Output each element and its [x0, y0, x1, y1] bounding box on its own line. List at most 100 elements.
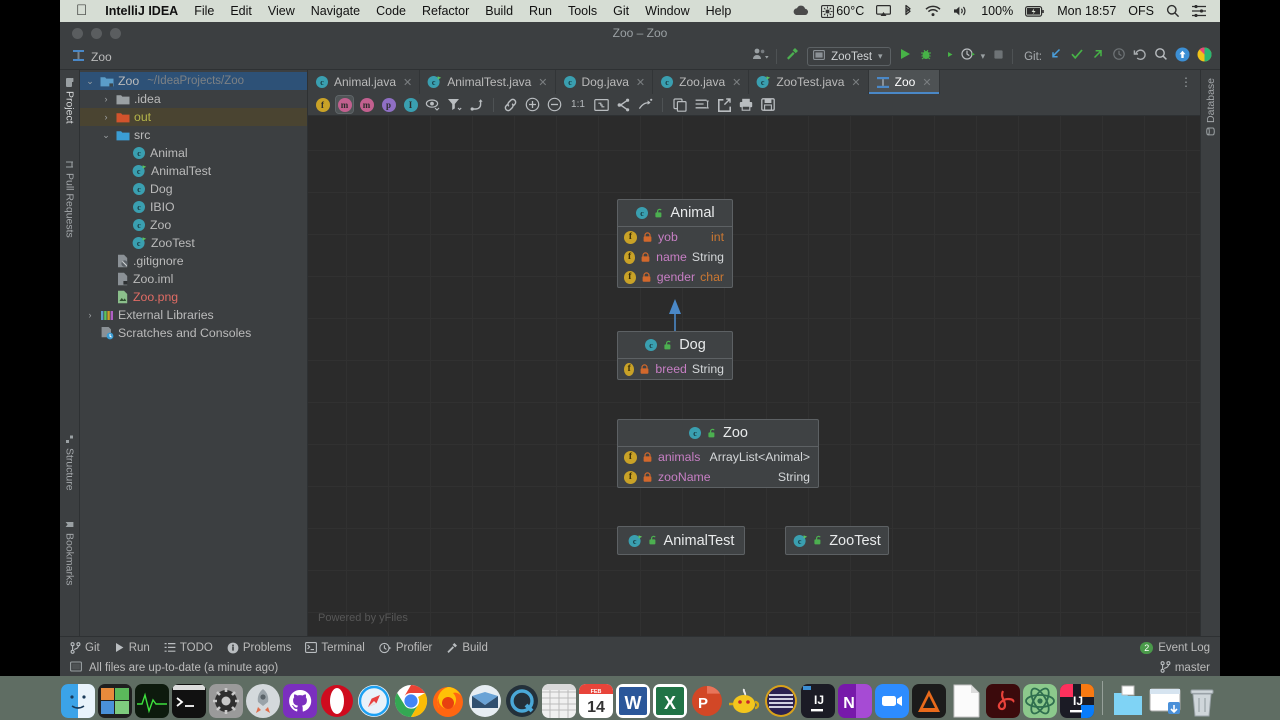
project-tree-item-external-libraries[interactable]: › External Libraries [80, 306, 307, 324]
project-tree-item-zoo-iml[interactable]: Zoo.iml [80, 270, 307, 288]
show-properties-toggle[interactable]: p [380, 96, 397, 113]
bottom-tool-problems[interactable]: Problems [227, 642, 291, 654]
dock-item-calendar-14[interactable]: FEB 14 [579, 684, 613, 718]
edges-style-button[interactable] [468, 96, 485, 113]
airplay-icon[interactable] [870, 5, 897, 17]
menu-window[interactable]: Window [637, 4, 697, 18]
export-button[interactable] [715, 96, 732, 113]
uml-field-row[interactable]: f zooName String [618, 467, 818, 487]
uml-node-header[interactable]: c Zoo [618, 420, 818, 447]
dock-item-chrome[interactable] [394, 684, 428, 718]
uml-diagram-canvas[interactable]: c Animal f yob int f name String f gender char c Dog… [308, 116, 1200, 636]
dock-item-launchpad[interactable] [246, 684, 280, 718]
event-log-widget[interactable]: 2 Event Log [1140, 641, 1210, 654]
dock-item-zoom-app[interactable] [875, 684, 909, 718]
project-tree-item-src[interactable]: ⌄ src [80, 126, 307, 144]
user-group-icon[interactable] [752, 47, 769, 66]
intellij-logo-icon[interactable] [1197, 46, 1212, 67]
dock-item-thunderbird[interactable] [468, 684, 502, 718]
dock-item-finder[interactable] [61, 684, 95, 718]
menu-view[interactable]: View [260, 4, 303, 18]
editor-tab-animaltest-java[interactable]: c AnimalTest.java ✕ [420, 70, 556, 94]
dock-item-safari[interactable] [357, 684, 391, 718]
dock-item-excel[interactable]: X [653, 684, 687, 718]
uml-node-zootest[interactable]: c ZooTest [785, 526, 889, 555]
spotlight-search-icon[interactable] [1160, 4, 1186, 18]
git-branch-widget[interactable]: master [1160, 660, 1210, 676]
close-tab-icon[interactable]: ✕ [538, 76, 547, 89]
volume-icon[interactable] [947, 5, 975, 17]
dock-item-trash[interactable] [1185, 684, 1219, 718]
project-tree-item-zoo[interactable]: ⌄ Zoo ~/IdeaProjects/Zoo [80, 72, 307, 90]
menu-code[interactable]: Code [368, 4, 414, 18]
dock-item-launchpad-folder[interactable] [98, 684, 132, 718]
dock-item-github-desktop[interactable] [283, 684, 317, 718]
uml-node-animaltest[interactable]: c AnimalTest [617, 526, 745, 555]
dock-item-textedit[interactable] [949, 684, 983, 718]
profiler-icon[interactable] [960, 47, 977, 66]
close-tab-icon[interactable]: ✕ [922, 76, 931, 89]
cloud-icon[interactable] [786, 5, 815, 17]
dock-item-powerpoint[interactable]: P [690, 684, 724, 718]
save-button[interactable] [759, 96, 776, 113]
project-tree-item-zootest[interactable]: c ZooTest [80, 234, 307, 252]
visibility-level-button[interactable] [424, 96, 441, 113]
project-tree-item-animaltest[interactable]: c AnimalTest [80, 162, 307, 180]
menu-help[interactable]: Help [698, 4, 740, 18]
uml-node-header[interactable]: c ZooTest [786, 527, 888, 554]
chevron-down-icon[interactable]: ▾ [981, 51, 986, 62]
close-tab-icon[interactable]: ✕ [851, 76, 860, 89]
editor-tabs-more-icon[interactable]: ⋮ [1173, 70, 1200, 94]
uml-field-row[interactable]: f breed String [618, 359, 732, 379]
editor-tab-zoo-java[interactable]: c Zoo.java ✕ [653, 70, 750, 94]
chevron-right-icon[interactable]: › [84, 310, 96, 320]
wifi-icon[interactable] [919, 5, 947, 17]
project-tree-item-dog[interactable]: c Dog [80, 180, 307, 198]
show-methods-toggle[interactable]: m [358, 96, 375, 113]
project-tree-item--gitignore[interactable]: .gitignore [80, 252, 307, 270]
dock-item-atom-editor[interactable] [912, 684, 946, 718]
dock-item-atom[interactable] [1023, 684, 1057, 718]
show-constructors-toggle[interactable]: m [335, 95, 354, 114]
editor-tab-zootest-java[interactable]: c ZooTest.java ✕ [749, 70, 869, 94]
dock-item-intellij-idea-ultimate[interactable]: IJ [1060, 684, 1094, 718]
fan-temperature-indicator[interactable]: 60°C [815, 4, 870, 18]
bottom-tool-build[interactable]: Build [446, 642, 488, 654]
uml-field-row[interactable]: f gender char [618, 267, 732, 287]
uml-node-header[interactable]: c AnimalTest [618, 527, 744, 554]
editor-tab-dog-java[interactable]: c Dog.java ✕ [556, 70, 654, 94]
apple-icon[interactable]:  [68, 3, 97, 20]
run-configuration-selector[interactable]: ZooTest ▾ [807, 47, 891, 66]
show-fields-toggle[interactable]: f [314, 96, 331, 113]
bottom-tool-terminal[interactable]: Terminal [305, 642, 365, 654]
link-button[interactable] [502, 96, 519, 113]
uml-node-header[interactable]: c Animal [618, 200, 732, 227]
build-hammer-icon[interactable] [784, 46, 800, 67]
uml-node-zoo[interactable]: c Zoo f animals ArrayList<Animal> f zooName Str… [617, 419, 819, 488]
bottom-tool-profiler[interactable]: Profiler [379, 642, 432, 654]
zoom-out-button[interactable] [546, 96, 563, 113]
sidebar-item-project[interactable]: Project [64, 78, 76, 124]
menu-navigate[interactable]: Navigate [303, 4, 368, 18]
project-tree-item-scratches-and-consoles[interactable]: Scratches and Consoles [80, 324, 307, 342]
updates-available-icon[interactable] [1175, 47, 1190, 67]
align-button[interactable] [693, 96, 710, 113]
run-with-coverage-icon[interactable] [940, 47, 954, 66]
editor-tab-animal-java[interactable]: c Animal.java ✕ [308, 70, 421, 94]
uml-node-animal[interactable]: c Animal f yob int f name String f gender char [617, 199, 733, 288]
project-tree-item-ibio[interactable]: c IBIO [80, 198, 307, 216]
chevron-right-icon[interactable]: › [100, 94, 112, 104]
git-commit-icon[interactable] [1070, 47, 1084, 66]
dock-item-genie-app[interactable] [727, 684, 761, 718]
memory-indicator-icon[interactable] [70, 660, 82, 676]
show-inner-classes-toggle[interactable]: I [402, 96, 419, 113]
bottom-tool-run[interactable]: Run [114, 642, 150, 654]
bottom-tool-git[interactable]: Git [70, 642, 100, 654]
dock-item-word[interactable]: W [616, 684, 650, 718]
menu-build[interactable]: Build [477, 4, 521, 18]
sidebar-item-database[interactable]: Database [1205, 78, 1217, 136]
uml-node-dog[interactable]: c Dog f breed String [617, 331, 733, 380]
git-rollback-icon[interactable] [1133, 47, 1147, 66]
dock-item-intellij-idea-ce[interactable]: IJ [801, 684, 835, 718]
battery-charging-icon[interactable] [1019, 5, 1051, 17]
